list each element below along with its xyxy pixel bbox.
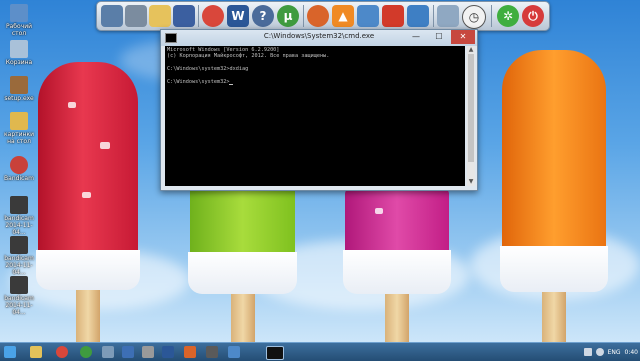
text-cursor xyxy=(229,84,234,86)
pink-popsicle xyxy=(343,188,451,360)
folder-icon xyxy=(10,112,28,130)
floppy-save-icon[interactable] xyxy=(173,5,195,27)
video-file-icon xyxy=(10,276,28,294)
launcher-dock: W ? µ ▲ ◷ ✲ ⏻ xyxy=(96,1,550,31)
chrome-taskbar-icon[interactable] xyxy=(56,346,68,358)
console-prompt-line: C:\Windows\system32> xyxy=(167,79,463,86)
start-button-icon[interactable] xyxy=(4,346,16,358)
window-titlebar[interactable]: C:\Windows\System32\cmd.exe — ☐ ✕ xyxy=(161,30,477,46)
console-prompt: C:\Windows\system32> xyxy=(167,79,230,86)
cmd-window[interactable]: C:\Windows\System32\cmd.exe — ☐ ✕ Micros… xyxy=(160,29,478,191)
app-taskbar-icon[interactable] xyxy=(228,346,240,358)
desktop-shortcut-icon xyxy=(10,4,28,22)
close-button[interactable]: ✕ xyxy=(451,30,475,44)
help-icon[interactable]: ? xyxy=(252,5,274,27)
utorrent-taskbar-icon[interactable] xyxy=(80,346,92,358)
monitor-icon[interactable] xyxy=(407,5,429,27)
desktop-icon-video-file[interactable]: bandicam 2014-11-04... xyxy=(2,196,36,236)
desktop-icon-pictures-folder[interactable]: картинки на стол xyxy=(2,112,36,145)
dock-separator xyxy=(491,5,492,27)
desktop-icon-label: Рабочий стол xyxy=(5,23,32,37)
video-file-icon xyxy=(10,196,28,214)
orange-popsicle xyxy=(500,50,608,360)
desktop-icon-label: bandicam 2014-11-04... xyxy=(4,255,34,276)
chrome-icon[interactable] xyxy=(202,5,224,27)
app-taskbar-icon[interactable] xyxy=(142,346,154,358)
antivirus-icon[interactable] xyxy=(382,5,404,27)
desktop-icon-video-file[interactable]: bandicam 2014-11-04... xyxy=(2,236,36,276)
desktop-icon-video-file[interactable]: bandicam 2014-11-04... xyxy=(2,276,36,316)
minimize-button[interactable]: — xyxy=(405,30,427,44)
volume-tray-icon[interactable] xyxy=(595,348,604,356)
clock[interactable]: 0:40 xyxy=(625,349,638,356)
scroll-up-arrow-icon[interactable]: ▲ xyxy=(467,46,475,54)
maximize-button[interactable]: ☐ xyxy=(428,30,450,44)
taskbar: ENG 0:40 xyxy=(0,342,640,361)
video-file-icon xyxy=(10,236,28,254)
drive-icon[interactable] xyxy=(125,5,147,27)
desktop-icon-label: Корзина xyxy=(5,59,33,66)
word-taskbar-icon[interactable] xyxy=(162,346,174,358)
network-icon[interactable] xyxy=(357,5,379,27)
desktop-icon-label: bandicam 2014-11-04... xyxy=(4,295,34,316)
dock-separator xyxy=(303,5,304,27)
power-icon[interactable]: ⏻ xyxy=(522,5,544,27)
red-popsicle xyxy=(36,62,140,360)
desktop-icon-recycle-bin[interactable]: Корзина xyxy=(2,40,36,66)
app-taskbar-icon[interactable] xyxy=(206,346,218,358)
calculator-icon[interactable] xyxy=(307,5,329,27)
desktop-icon-bandicam[interactable]: Bandicam xyxy=(2,156,36,182)
system-tray: ENG 0:40 xyxy=(583,343,638,361)
recycle-bin-icon[interactable] xyxy=(437,5,459,27)
desktop-icon-label: картинки на стол xyxy=(4,131,34,145)
app-taskbar-icon[interactable] xyxy=(102,346,114,358)
utorrent-icon[interactable]: µ xyxy=(277,5,299,27)
app-taskbar-icon[interactable] xyxy=(122,346,134,358)
vertical-scrollbar[interactable]: ▲ ▼ xyxy=(467,46,475,186)
language-indicator[interactable]: ENG xyxy=(608,349,621,356)
computer-icon[interactable] xyxy=(101,5,123,27)
installer-icon xyxy=(10,76,28,94)
scrollbar-thumb[interactable] xyxy=(468,54,474,162)
network-tray-icon[interactable] xyxy=(583,348,592,356)
settings-icon[interactable]: ✲ xyxy=(497,5,519,27)
explorer-icon[interactable] xyxy=(30,346,42,358)
desktop-icon-label: setup.exe xyxy=(4,95,34,102)
desktop-icon-label: Bandicam xyxy=(4,175,34,182)
desktop-icon-label: bandicam 2014-11-04... xyxy=(4,215,34,236)
bandicam-icon xyxy=(10,156,28,174)
documents-folder-icon[interactable] xyxy=(149,5,171,27)
cmd-taskbar-icon[interactable] xyxy=(266,346,284,360)
scroll-down-arrow-icon[interactable]: ▼ xyxy=(467,178,475,186)
word-icon[interactable]: W xyxy=(227,5,249,27)
console-output[interactable]: Microsoft Windows [Version 6.2.9200] (c) … xyxy=(165,46,465,186)
vlc-icon[interactable]: ▲ xyxy=(332,5,354,27)
clock-icon[interactable]: ◷ xyxy=(462,5,486,29)
dock-separator xyxy=(433,5,434,27)
desktop-icon-setup[interactable]: setup.exe xyxy=(2,76,36,102)
dock-separator xyxy=(198,5,199,27)
desktop-icon-desktop[interactable]: Рабочий стол xyxy=(2,4,36,37)
recycle-bin-icon xyxy=(10,40,28,58)
app-taskbar-icon[interactable] xyxy=(184,346,196,358)
green-popsicle xyxy=(188,182,297,360)
